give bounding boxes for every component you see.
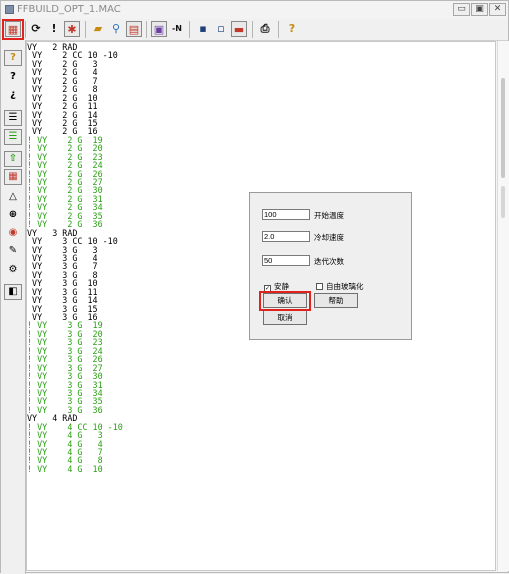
app-icon [5, 5, 14, 14]
app-window: FFBUILD_OPT_1.MAC ▭ ▣ ✕ ▦ ⟳ ! ✱ ▰ ⚲ ▤ ▣ … [0, 0, 509, 574]
free-glass-checkbox[interactable]: 自由玻璃化 [316, 281, 364, 292]
indent-icon[interactable]: ☰ [4, 110, 22, 126]
triangle-icon[interactable]: △ [4, 190, 22, 206]
settings-icon[interactable]: ⚙ [4, 263, 22, 279]
print-icon[interactable]: ⎙ [257, 21, 273, 37]
toolbar-separator [25, 21, 26, 38]
grid-icon[interactable]: ▦ [4, 169, 22, 185]
free-glass-label: 自由玻璃化 [326, 282, 364, 291]
open-folder-icon[interactable]: ▰ [90, 21, 106, 37]
scrollbar-thumb-secondary[interactable] [501, 186, 505, 218]
asterisk-icon[interactable]: ✱ [64, 21, 80, 37]
help-icon[interactable]: ? [284, 21, 300, 37]
annealing-dialog: 100 开始温度 2.0 冷却速度 50 迭代次数 ✓ 安静 自由玻璃化 确认 帮… [249, 192, 412, 340]
initial-temperature-label: 开始温度 [314, 211, 344, 220]
optimize-button-highlight [2, 19, 24, 40]
close-button[interactable]: ✕ [489, 3, 506, 16]
pen-icon[interactable]: ✎ [4, 244, 22, 260]
quiet-label: 安静 [274, 282, 289, 291]
negate-icon[interactable]: -N [169, 21, 185, 37]
crosshair-icon[interactable]: ⊕ [4, 208, 22, 224]
confirm-button-highlight [259, 291, 311, 311]
minimize-button[interactable]: ▭ [453, 3, 470, 16]
help-book-icon[interactable]: ? [4, 50, 22, 66]
refresh-icon[interactable]: ⟳ [28, 21, 44, 37]
code-line: ! VY 4 G 10 [27, 463, 103, 474]
iterations-input[interactable]: 50 [262, 255, 310, 266]
toolbar-separator [146, 21, 147, 38]
exclamation-icon[interactable]: ! [46, 21, 62, 37]
title-bar[interactable]: FFBUILD_OPT_1.MAC ▭ ▣ ✕ [1, 1, 508, 20]
left-toolbar: ? ? ¿ ☰ ☰ ⇧ ▦ △ ⊕ ◉ ✎ ⚙ ◧ [1, 40, 26, 574]
cancel-button[interactable]: 取消 [263, 310, 307, 325]
vertical-scrollbar[interactable] [497, 41, 509, 571]
initial-temperature-input[interactable]: 100 [262, 209, 310, 220]
search-icon[interactable]: ⚲ [108, 21, 124, 37]
upload-icon[interactable]: ⇧ [4, 151, 22, 167]
code-text: VY 2 RAD VY 2 CC 10 -10 VY 2 G 3 VY 2 G … [27, 43, 123, 474]
window-icon[interactable]: ▣ [151, 21, 167, 37]
window-title: FFBUILD_OPT_1.MAC [17, 4, 121, 15]
list-icon[interactable]: ☰ [4, 129, 22, 145]
question-icon[interactable]: ? [4, 70, 22, 86]
maximize-button[interactable]: ▣ [471, 3, 488, 16]
toolbar-separator [189, 21, 190, 38]
toolbar: ▦ ⟳ ! ✱ ▰ ⚲ ▤ ▣ -N ▪ ▫ ▬ ⎙ ? [1, 19, 508, 41]
export-icon[interactable]: ▬ [231, 21, 247, 37]
scrollbar-thumb[interactable] [501, 78, 505, 178]
toolbar-separator [252, 21, 253, 38]
box-icon[interactable]: ◧ [4, 284, 22, 300]
save-icon[interactable]: ▪ [195, 21, 211, 37]
save-as-icon[interactable]: ▫ [213, 21, 229, 37]
inverse-question-icon[interactable]: ¿ [4, 88, 22, 104]
toolbar-separator [85, 21, 86, 38]
cooling-rate-label: 冷却速度 [314, 233, 344, 242]
cooling-rate-input[interactable]: 2.0 [262, 231, 310, 242]
iterations-label: 迭代次数 [314, 257, 344, 266]
toolbar-separator [278, 21, 279, 38]
empty-checkbox-icon [316, 283, 323, 290]
help-button[interactable]: 帮助 [314, 293, 358, 308]
palette-icon[interactable]: ◉ [4, 226, 22, 242]
paste-icon[interactable]: ▤ [126, 21, 142, 37]
